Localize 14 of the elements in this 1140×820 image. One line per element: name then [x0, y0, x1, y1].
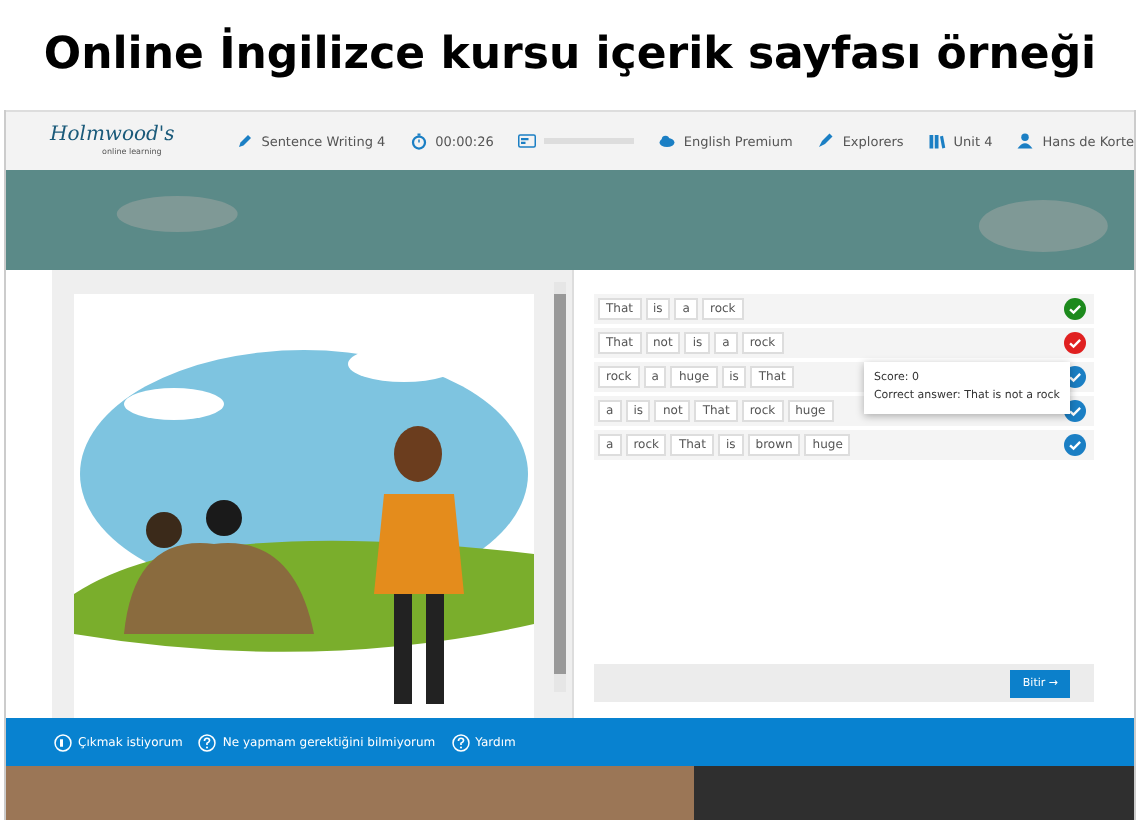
- help-icon: [198, 733, 217, 751]
- cloud-drawing: [978, 200, 1108, 252]
- cloud-drawing: [116, 196, 238, 232]
- pencil-icon: [235, 132, 254, 150]
- progress-icon: [517, 132, 536, 150]
- books-icon: [927, 132, 946, 150]
- help-icon: [451, 733, 470, 751]
- logo-text: Holmwood's: [50, 126, 177, 146]
- exit-icon: [54, 733, 72, 751]
- stopwatch-icon: [409, 132, 428, 150]
- page-title: Online İngilizce kursu içerik sayfası örneği: [41, 25, 1099, 84]
- scrollbar[interactable]: [554, 282, 566, 692]
- cloud-icon: [657, 132, 676, 150]
- person-icon: [1016, 132, 1035, 150]
